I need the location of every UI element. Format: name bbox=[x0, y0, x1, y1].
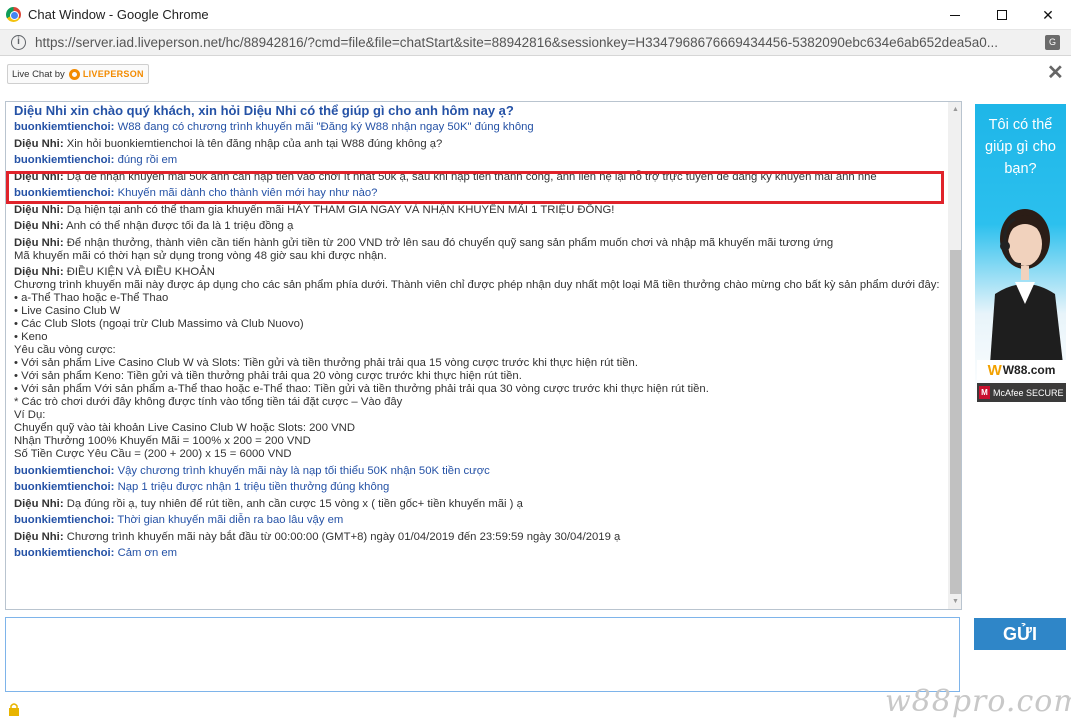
chat-message: Diệu Nhi: Dạ đúng rồi ạ, tuy nhiên để rú… bbox=[14, 498, 942, 511]
lock-icon bbox=[9, 703, 19, 716]
liveperson-logo-icon bbox=[68, 68, 80, 80]
chat-header: Live Chat by LIVEPERSON ✕ bbox=[0, 56, 1071, 92]
agent-name: Diệu Nhi: bbox=[14, 530, 64, 543]
chat-message: buonkiemtienchoi: Khuyến mãi dành cho th… bbox=[14, 187, 942, 200]
message-text: Dạ hiện tại anh có thể tham gia khuyến m… bbox=[66, 203, 615, 216]
liveperson-brand: LIVEPERSON bbox=[82, 69, 144, 79]
scroll-up-arrow-icon[interactable]: ▲ bbox=[948, 102, 961, 117]
message-text: Dạ để nhận khuyến mãi 50k anh cần nạp ti… bbox=[66, 170, 877, 183]
message-text: Thời gian khuyến mãi diễn ra bao lâu vậy… bbox=[117, 514, 344, 526]
close-icon: ✕ bbox=[1042, 6, 1054, 23]
minimize-button[interactable] bbox=[932, 0, 978, 30]
visitor-name: buonkiemtienchoi: bbox=[14, 464, 115, 477]
agent-name: Diệu Nhi: bbox=[14, 203, 64, 216]
scroll-thumb[interactable] bbox=[950, 250, 961, 594]
message-text: Dạ đúng rồi ạ, tuy nhiên để rút tiền, an… bbox=[66, 497, 523, 510]
message-text: Xin hỏi buonkiemtienchoi là tên đăng nhậ… bbox=[66, 137, 443, 150]
greeting-message: Diệu Nhi xin chào quý khách, xin hỏi Diệ… bbox=[14, 103, 514, 118]
message-text: Anh có thể nhận được tối đa là 1 triệu đ… bbox=[66, 220, 294, 232]
visitor-name: buonkiemtienchoi: bbox=[14, 121, 115, 133]
translate-icon[interactable]: G bbox=[1045, 35, 1060, 50]
transcript-scrollbar[interactable]: ▲ ▼ bbox=[948, 102, 961, 609]
send-button[interactable]: GỬI bbox=[974, 618, 1066, 650]
message-text: W88 đang có chương trình khuyến mãi "Đăn… bbox=[117, 121, 534, 133]
chat-message: Diệu Nhi: Để nhận thưởng, thành viên cần… bbox=[14, 237, 942, 263]
chat-message: Diệu Nhi: Xin hỏi buonkiemtienchoi là tê… bbox=[14, 138, 942, 151]
visitor-name: buonkiemtienchoi: bbox=[14, 154, 115, 166]
window-title-bar: Chat Window - Google Chrome ✕ bbox=[0, 0, 1071, 30]
message-text: ĐIỀU KIỆN VÀ ĐIỀU KHOẢN Chương trình khu… bbox=[14, 266, 940, 460]
url-text[interactable]: https://server.iad.liveperson.net/hc/889… bbox=[35, 35, 1030, 50]
message-text: Vậy chương trình khuyến mãi này là nạp t… bbox=[117, 464, 490, 477]
window-title: Chat Window - Google Chrome bbox=[28, 7, 209, 22]
chat-message: buonkiemtienchoi: Thời gian khuyến mãi d… bbox=[14, 514, 942, 527]
chat-message: Diệu Nhi: Dạ hiện tại anh có thể tham gi… bbox=[14, 204, 942, 217]
message-text: Nạp 1 triệu được nhận 1 triệu tiền thưởn… bbox=[117, 481, 390, 493]
visitor-name: buonkiemtienchoi: bbox=[14, 187, 115, 199]
agent-name: Diệu Nhi: bbox=[14, 137, 64, 150]
address-bar: i https://server.iad.liveperson.net/hc/8… bbox=[0, 30, 1071, 56]
chrome-icon bbox=[6, 7, 21, 22]
visitor-name: buonkiemtienchoi: bbox=[14, 547, 115, 559]
chat-message: buonkiemtienchoi: đúng rồi em bbox=[14, 154, 942, 167]
agent-name: Diệu Nhi: bbox=[14, 497, 64, 510]
visitor-name: buonkiemtienchoi: bbox=[14, 514, 115, 526]
close-chat-button[interactable]: ✕ bbox=[1047, 60, 1064, 85]
close-window-button[interactable]: ✕ bbox=[1025, 0, 1071, 30]
w88-logo: W W88.com bbox=[977, 360, 1066, 380]
message-text: đúng rồi em bbox=[117, 154, 178, 166]
chat-message: Diệu Nhi: ĐIỀU KIỆN VÀ ĐIỀU KHOẢN Chương… bbox=[14, 266, 942, 461]
agent-name: Diệu Nhi: bbox=[14, 266, 64, 278]
site-info-icon[interactable]: i bbox=[11, 35, 26, 50]
message-input[interactable] bbox=[5, 617, 960, 692]
chat-message: buonkiemtienchoi: Cảm ơn em bbox=[14, 547, 942, 560]
chat-transcript[interactable]: Diệu Nhi xin chào quý khách, xin hỏi Diệ… bbox=[5, 101, 962, 610]
mcafee-label: McAfee SECURE bbox=[993, 387, 1064, 398]
support-agent-image bbox=[990, 209, 1063, 364]
liveperson-badge[interactable]: Live Chat by LIVEPERSON bbox=[7, 64, 149, 84]
maximize-icon bbox=[997, 10, 1007, 20]
watermark: w88pro.com bbox=[885, 684, 1071, 719]
visitor-name: buonkiemtienchoi: bbox=[14, 481, 115, 493]
maximize-button[interactable] bbox=[979, 0, 1025, 30]
minimize-icon bbox=[950, 14, 960, 16]
w88-logo-text: W88.com bbox=[1002, 363, 1056, 377]
ad-text: Tôi có thể giúp gì cho bạn? bbox=[985, 117, 1056, 177]
agent-name: Diệu Nhi: bbox=[14, 236, 64, 249]
live-chat-by-label: Live Chat by bbox=[12, 68, 65, 80]
chat-message: buonkiemtienchoi: Vậy chương trình khuyế… bbox=[14, 465, 942, 478]
message-text: Chương trình khuyến mãi này bắt đầu từ 0… bbox=[66, 530, 621, 543]
message-text: Cảm ơn em bbox=[117, 547, 178, 559]
agent-name: Diệu Nhi: bbox=[14, 220, 64, 232]
close-icon: ✕ bbox=[1047, 62, 1064, 84]
agent-name: Diệu Nhi: bbox=[14, 170, 64, 183]
chat-message: Diệu Nhi: Dạ để nhận khuyến mãi 50k anh … bbox=[14, 171, 942, 184]
mcafee-badge: M McAfee SECURE bbox=[977, 383, 1066, 402]
message-list: Diệu Nhi xin chào quý khách, xin hỏi Diệ… bbox=[6, 102, 948, 564]
message-text: Để nhận thưởng, thành viên cần tiến hành… bbox=[14, 236, 834, 262]
chat-message: buonkiemtienchoi: W88 đang có chương trì… bbox=[14, 121, 942, 134]
chat-message: Diệu Nhi: Anh có thể nhận được tối đa là… bbox=[14, 220, 942, 233]
message-text: Khuyến mãi dành cho thành viên mới hay n… bbox=[117, 187, 378, 199]
mcafee-shield-icon: M bbox=[979, 386, 990, 399]
chat-message: buonkiemtienchoi: Nạp 1 triệu được nhận … bbox=[14, 481, 942, 494]
scroll-down-arrow-icon[interactable]: ▼ bbox=[948, 594, 961, 609]
ad-banner[interactable]: Tôi có thể giúp gì cho bạn? W W88.com M … bbox=[975, 104, 1066, 404]
chat-message: Diệu Nhi: Chương trình khuyến mãi này bắ… bbox=[14, 531, 942, 544]
w88-logo-mark: W bbox=[987, 361, 1002, 379]
